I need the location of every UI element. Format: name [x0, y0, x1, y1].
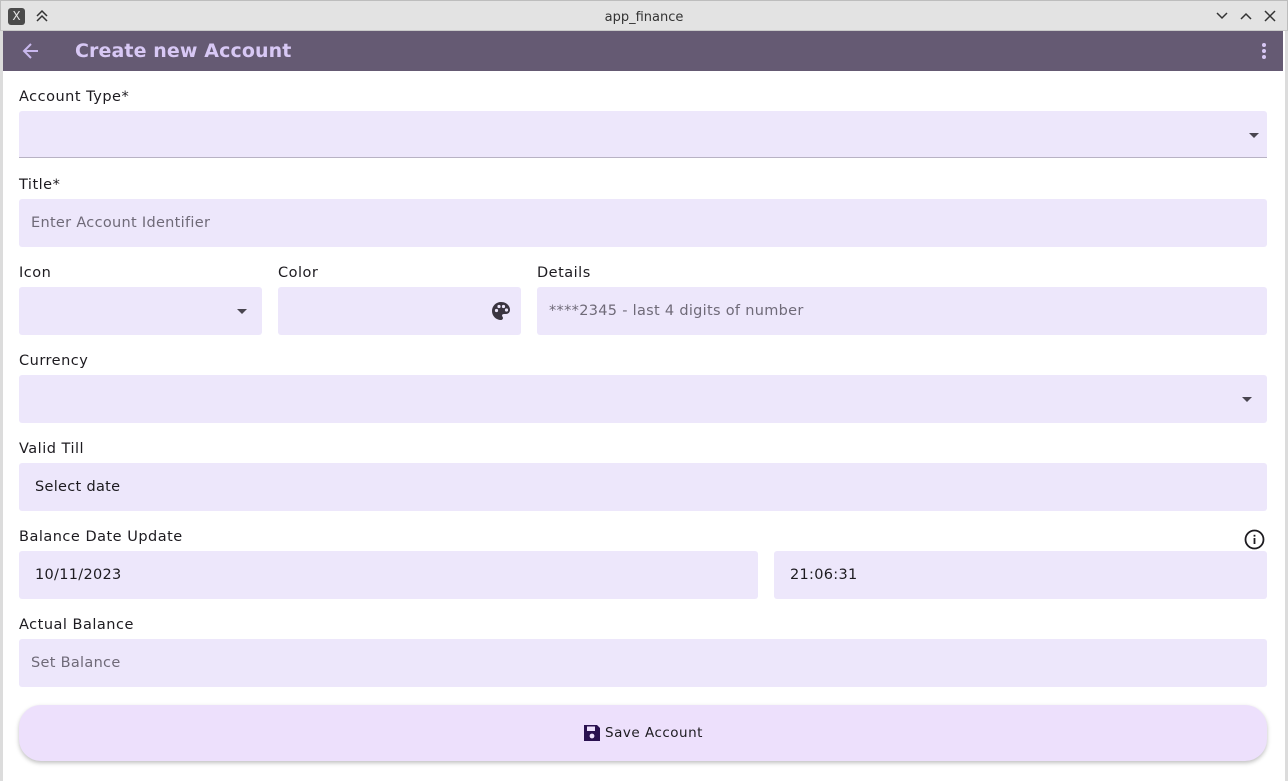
details-input[interactable]: ****2345 - last 4 digits of number — [537, 287, 1267, 335]
chevron-down-icon — [1249, 133, 1259, 138]
balance-date-update-label: Balance Date Update — [19, 529, 183, 545]
page-title: Create new Account — [75, 40, 292, 62]
title-placeholder: Enter Account Identifier — [31, 215, 211, 231]
currency-dropdown[interactable] — [19, 375, 1267, 423]
icon-dropdown[interactable] — [19, 287, 262, 335]
save-account-button[interactable]: Save Account — [19, 705, 1267, 761]
save-account-label: Save Account — [605, 725, 703, 741]
actual-balance-input[interactable]: Set Balance — [19, 639, 1267, 687]
info-icon[interactable] — [1244, 529, 1265, 550]
window-border-left — [0, 31, 3, 781]
palette-icon[interactable] — [491, 301, 511, 321]
maximize-icon[interactable] — [1239, 9, 1253, 23]
balance-time-field[interactable]: 21:06:31 — [774, 551, 1267, 599]
close-icon[interactable] — [1263, 9, 1277, 23]
valid-till-label: Valid Till — [19, 441, 85, 457]
more-vert-icon[interactable] — [1259, 41, 1269, 61]
details-placeholder: ****2345 - last 4 digits of number — [549, 303, 804, 319]
currency-label: Currency — [19, 353, 89, 369]
chevron-down-icon — [1242, 397, 1252, 402]
window-titlebar: X app_finance — [0, 0, 1288, 31]
color-picker-field[interactable] — [278, 287, 521, 335]
minimize-icon[interactable] — [1215, 9, 1229, 23]
actual-balance-placeholder: Set Balance — [31, 655, 121, 671]
title-input[interactable]: Enter Account Identifier — [19, 199, 1267, 247]
valid-till-value: Select date — [35, 479, 121, 495]
save-icon — [583, 724, 601, 742]
back-arrow-icon[interactable] — [21, 41, 41, 61]
balance-date-value: 10/11/2023 — [35, 567, 122, 583]
balance-time-value: 21:06:31 — [790, 567, 858, 583]
account-type-label: Account Type* — [19, 89, 130, 105]
icon-label: Icon — [19, 265, 52, 281]
window-title: app_finance — [604, 10, 684, 25]
details-label: Details — [537, 265, 591, 281]
balance-date-field[interactable]: 10/11/2023 — [19, 551, 758, 599]
title-label: Title* — [19, 177, 61, 193]
account-type-dropdown[interactable] — [19, 111, 1267, 158]
app-bar: Create new Account — [3, 31, 1283, 71]
actual-balance-label: Actual Balance — [19, 617, 134, 633]
valid-till-date-field[interactable]: Select date — [19, 463, 1267, 511]
color-label: Color — [278, 265, 319, 281]
chevron-down-icon — [237, 309, 247, 314]
